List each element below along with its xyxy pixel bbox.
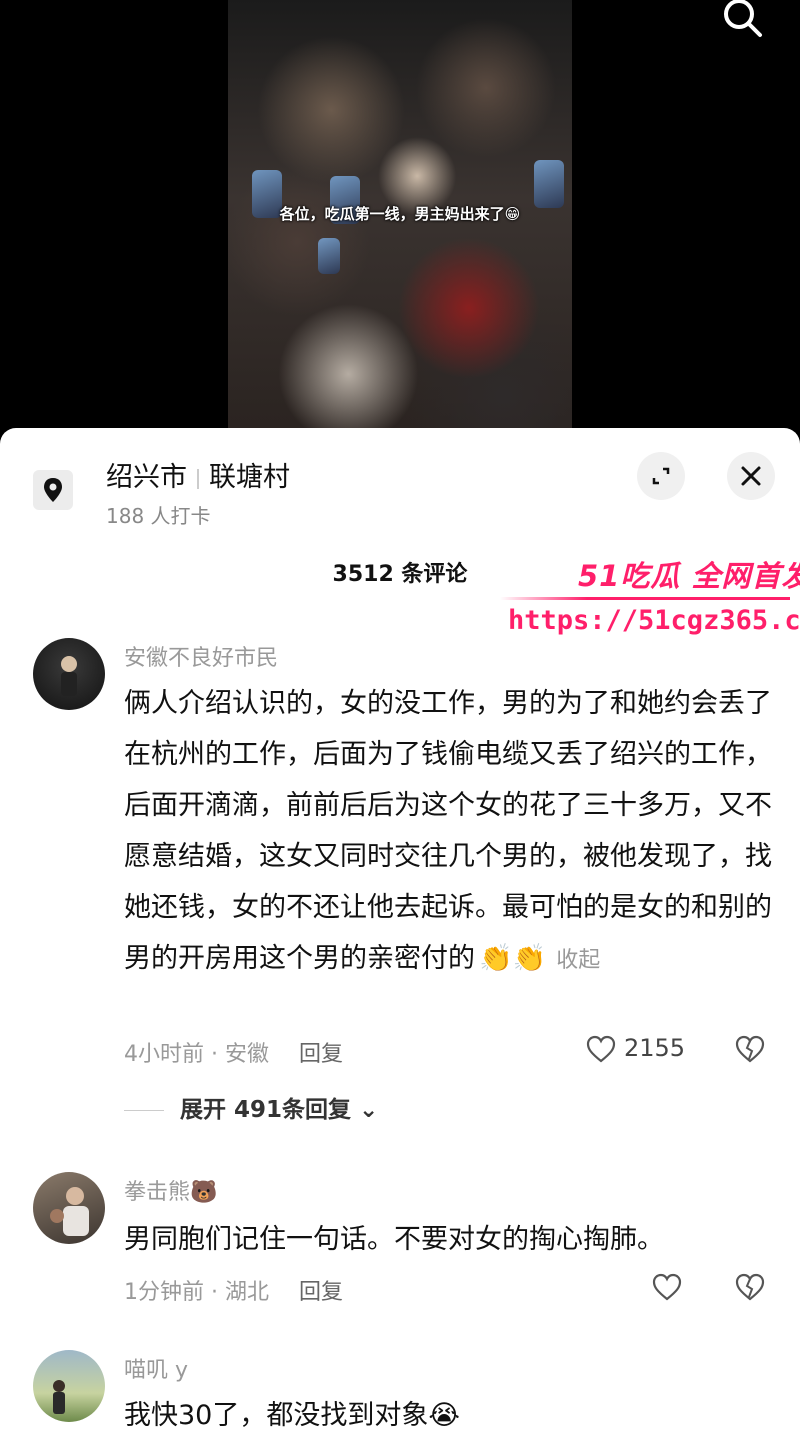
location-pin-icon xyxy=(33,470,73,510)
expand-button[interactable] xyxy=(637,452,685,500)
watermark-brand: 51吃瓜 全网首发 xyxy=(578,559,800,593)
avatar-figure xyxy=(61,656,77,696)
search-icon[interactable] xyxy=(718,0,766,40)
location-city: 绍兴市 xyxy=(106,462,187,493)
collapse-link[interactable]: 收起 xyxy=(556,948,600,973)
heart-icon[interactable] xyxy=(651,1272,683,1302)
like-count: 2155 xyxy=(624,1034,686,1062)
comment-body: 俩人介绍认识的，女的没工作，男的为了和她约会丢了在杭州的工作，后面为了钱偷电缆又… xyxy=(124,688,772,974)
close-icon xyxy=(741,466,761,486)
reply-button[interactable]: 回复 xyxy=(299,1042,343,1067)
chevron-down-icon: ⌄ xyxy=(359,1097,379,1123)
watermark-url: https://51cgz365.com xyxy=(508,605,800,636)
comment-time-location: 1分钟前 · 湖北 xyxy=(124,1280,269,1305)
reply-button[interactable]: 回复 xyxy=(299,1280,343,1305)
comment-time-location: 4小时前 · 安徽 xyxy=(124,1042,269,1067)
video-frame[interactable]: 各位，吃瓜第一线，男主妈出来了😁 xyxy=(228,0,572,440)
watermark-line xyxy=(500,597,790,600)
location-village: 联塘村 xyxy=(209,462,290,493)
broken-heart-icon[interactable] xyxy=(734,1034,766,1064)
comment-text: 俩人介绍认识的，女的没工作，男的为了和她约会丢了在杭州的工作，后面为了钱偷电缆又… xyxy=(124,678,774,986)
comment-username[interactable]: 拳击熊🐻 xyxy=(124,1174,217,1206)
expand-replies-label: 展开 491条回复 xyxy=(180,1097,352,1123)
expand-icon xyxy=(652,467,670,485)
location-separator xyxy=(197,468,199,489)
comment-username[interactable]: 安徽不良好市民 xyxy=(124,640,278,672)
expand-replies-button[interactable]: 展开 491条回复 ⌄ xyxy=(124,1090,378,1124)
video-caption: 各位，吃瓜第一线，男主妈出来了😁 xyxy=(279,205,521,223)
expand-divider xyxy=(124,1110,164,1111)
comment-meta: 4小时前 · 安徽 回复 xyxy=(124,1036,343,1068)
broken-heart-icon[interactable] xyxy=(734,1272,766,1302)
comment-username[interactable]: 喵叽 y xyxy=(124,1352,188,1384)
location-title[interactable]: 绍兴市 联塘村 xyxy=(106,455,290,494)
close-button[interactable] xyxy=(727,452,775,500)
watermark: 51吃瓜 全网首发 https://51cgz365.com xyxy=(500,545,800,645)
avatar[interactable] xyxy=(33,1350,105,1422)
clap-emoji: 👏👏 xyxy=(479,943,547,974)
avatar[interactable] xyxy=(33,638,105,710)
location-checkins: 188 人打卡 xyxy=(106,504,211,528)
avatar-figure xyxy=(53,1380,65,1414)
comment-text: 我快30了，都没找到对象😭 xyxy=(124,1400,460,1431)
video-phone-light xyxy=(534,160,564,208)
video-player[interactable]: 各位，吃瓜第一线，男主妈出来了😁 xyxy=(0,0,800,440)
avatar-figure xyxy=(50,1187,89,1236)
comment-meta: 1分钟前 · 湖北 回复 xyxy=(124,1274,343,1306)
comment-text: 男同胞们记住一句话。不要对女的掏心掏肺。 xyxy=(124,1224,664,1255)
heart-icon[interactable] xyxy=(585,1034,617,1064)
video-phone-light xyxy=(318,238,340,274)
avatar[interactable] xyxy=(33,1172,105,1244)
